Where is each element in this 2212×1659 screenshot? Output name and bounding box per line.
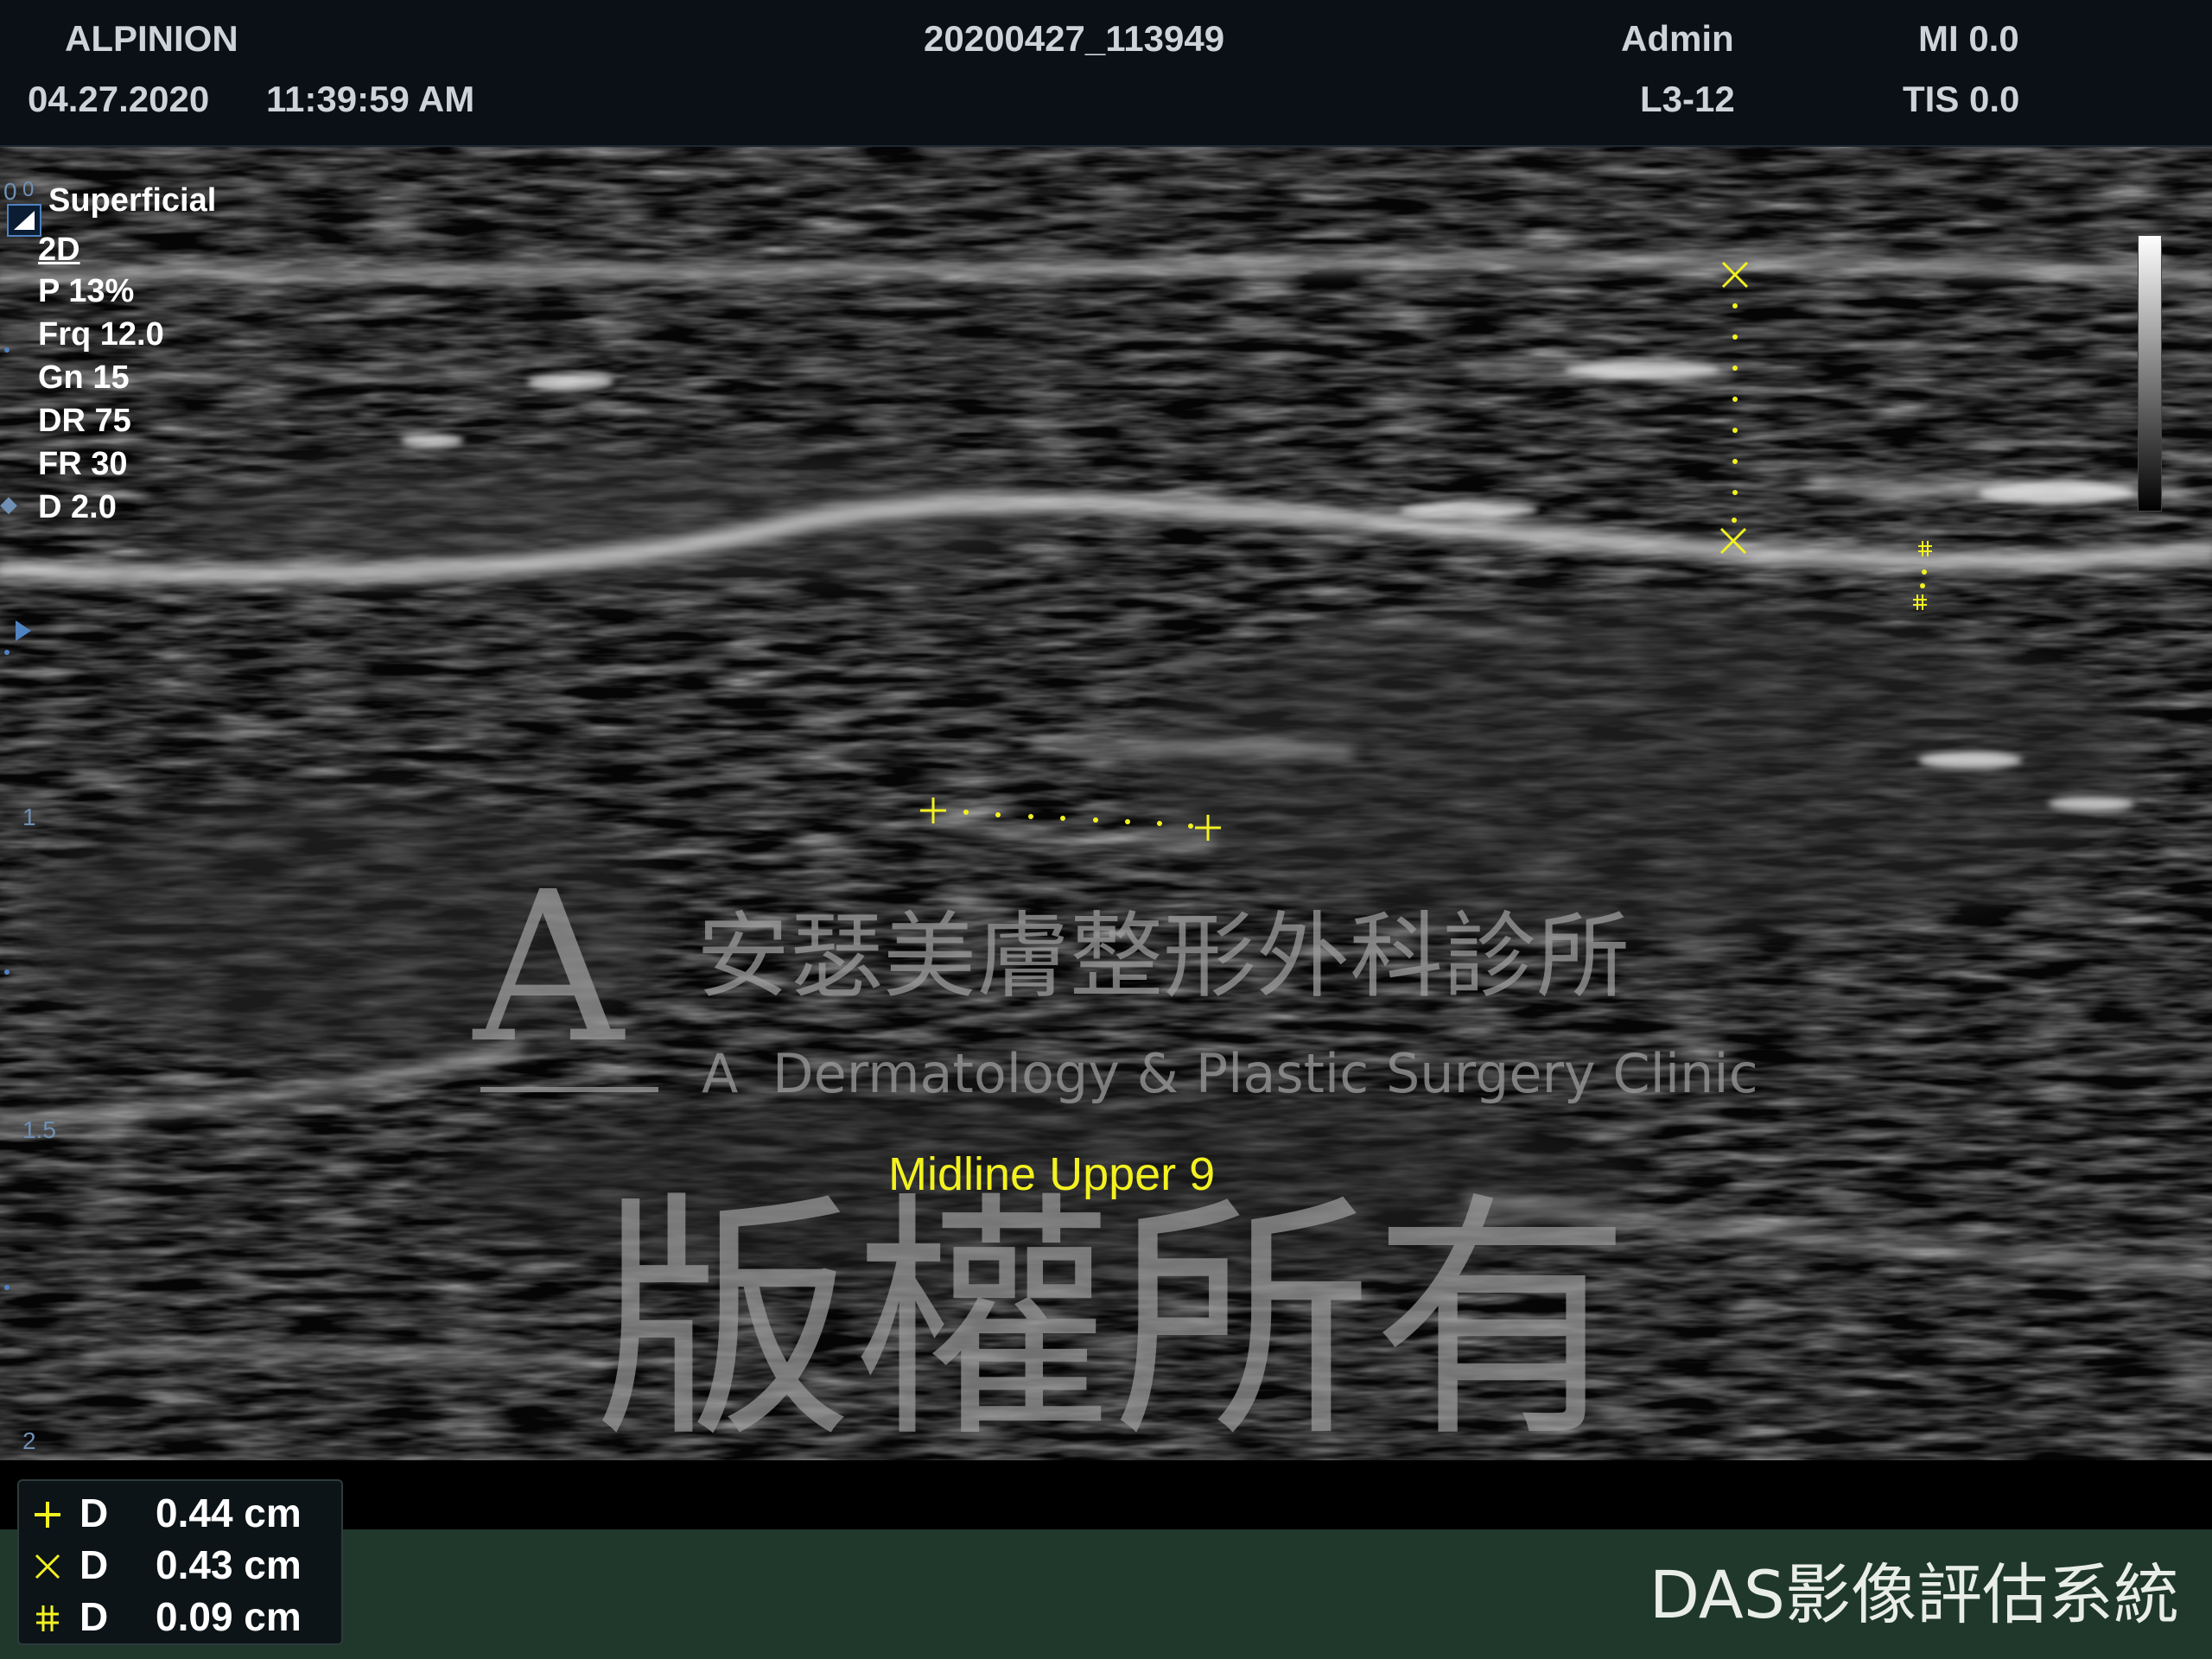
x-icon	[35, 1554, 60, 1580]
gain-label: Gn 15	[38, 359, 130, 396]
frequency-label: Frq 12.0	[38, 316, 164, 353]
measurement-value: 0.43 cm	[156, 1542, 302, 1587]
measurement-label: D	[79, 1594, 109, 1639]
mi-label: MI 0.0	[1918, 18, 2019, 59]
depth-label: 0	[22, 178, 35, 201]
annotation-label[interactable]: Midline Upper 9	[888, 1151, 1215, 1198]
preset-label[interactable]: Superficial	[48, 184, 216, 217]
exam-time: 11:39:59 AM	[266, 79, 475, 119]
measurement-value: 0.09 cm	[156, 1594, 302, 1639]
clinic-name-zh: 安瑟美膚整形外科診所	[696, 903, 1630, 1011]
measurement-label: D	[79, 1542, 109, 1587]
depth-label: 1	[22, 804, 36, 830]
depth-label: 0	[3, 178, 17, 205]
status-header: ALPINION 04.27.2020 11:39:59 AM 20200427…	[0, 0, 2212, 147]
system-name: DAS影像評估系統	[1649, 1556, 2179, 1633]
plus-icon	[35, 1502, 60, 1528]
study-id: 20200427_113949	[924, 18, 1225, 59]
tis-label: TIS 0.0	[1903, 79, 2020, 119]
power-label: P 13%	[38, 273, 135, 309]
copyright-watermark: 版權所有	[594, 1171, 1631, 1472]
measurement-value: 0.44 cm	[156, 1491, 302, 1535]
preset-icon[interactable]	[7, 204, 41, 237]
logo-underline	[480, 1087, 658, 1092]
probe-label: L3-12	[1640, 79, 1735, 119]
depth-label: 1.5	[22, 1116, 56, 1143]
manufacturer-label: ALPINION	[65, 18, 238, 59]
depth-setting-label: D 2.0	[38, 489, 117, 525]
measurement-row[interactable]: D 0.43 cm	[26, 1540, 337, 1588]
measurement-row[interactable]: D 0.09 cm	[26, 1592, 337, 1640]
clinic-name-en: A Dermatology & Plastic Surgery Clinic	[702, 1042, 1758, 1105]
exam-date: 04.27.2020	[28, 79, 210, 119]
hash-icon	[36, 1605, 59, 1631]
dynamic-range-label: DR 75	[38, 403, 131, 439]
frame-rate-label: FR 30	[38, 446, 128, 482]
measurement-row[interactable]: D 0.44 cm	[26, 1488, 337, 1536]
measurement-results-panel: D 0.44 cm D 0.43 cm D 0.09 cm	[17, 1479, 343, 1645]
depth-label: 2	[22, 1427, 36, 1454]
clinic-logo: A	[474, 847, 624, 1089]
grayscale-bar	[2138, 235, 2162, 512]
depth-label: ◆	[0, 491, 17, 517]
measurement-label: D	[79, 1491, 109, 1535]
mode-label[interactable]: 2D	[38, 233, 80, 266]
user-label: Admin	[1621, 18, 1734, 59]
